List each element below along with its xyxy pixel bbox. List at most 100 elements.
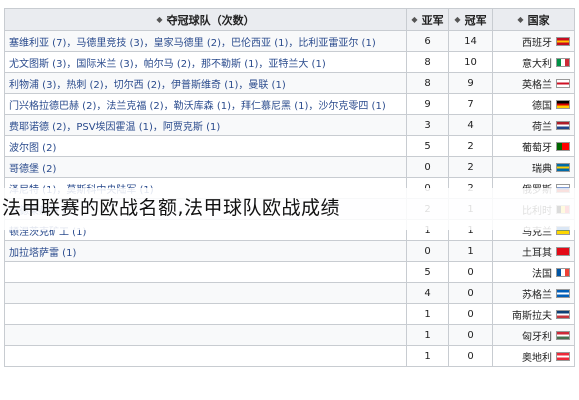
sort-icon[interactable]: ◆ [517,15,523,24]
winners-cell: 门兴格拉德巴赫 (2)，法兰克福 (2)，勒沃库森 (1)，拜仁慕尼黑 (1)，… [4,93,407,115]
country-name[interactable]: 意大利 [522,59,552,70]
titles-cell: 0 [448,282,493,304]
titles-cell: 2 [448,156,493,178]
winners-cell: 塞维利亚 (7)，马德里竞技 (3)，皇家马德里 (2)，巴伦西亚 (1)，比利… [4,30,407,52]
winners-cell: 利物浦 (3)，热刺 (2)，切尔西 (2)，伊普斯维奇 (1)，曼联 (1) [4,72,407,94]
country-name[interactable]: 瑞典 [532,164,552,175]
winners-cell: 尤文图斯 (3)，国际米兰 (3)，帕尔马 (2)，那不勒斯 (1)，亚特兰大 … [4,51,407,73]
flag-icon [556,351,570,361]
country-cell[interactable]: 德国 [492,93,575,115]
runners-up-cell: 1 [406,303,449,325]
column-header-winners[interactable]: ◆ 夺冠球队（次数） [4,8,407,31]
flag-icon [556,120,570,130]
titles-cell: 7 [448,93,493,115]
flag-icon [556,330,570,340]
runners-up-cell: 8 [406,51,449,73]
titles-cell: 9 [448,72,493,94]
table-row: 费耶诺德 (2)，PSV埃因霍温 (1)，阿贾克斯 (1) 3 4 荷兰 [4,114,575,136]
runners-up-cell: 1 [406,345,449,367]
column-header-runners-up[interactable]: ◆ 亚军 [406,8,449,31]
winners-cell [4,303,407,325]
country-name[interactable]: 葡萄牙 [522,143,552,154]
flag-icon [556,78,570,88]
header-row: ◆ 夺冠球队（次数） ◆ 亚军 ◆ 冠军 ◆ 国家 [4,8,575,31]
country-name[interactable]: 英格兰 [522,80,552,91]
table-row: 1 0 奥地利 [4,345,575,367]
runners-up-cell: 1 [406,324,449,346]
country-cell[interactable]: 法国 [492,261,575,283]
flag-icon [556,309,570,319]
page: ◆ 夺冠球队（次数） ◆ 亚军 ◆ 冠军 ◆ 国家 塞维利亚 (7)，马德里竞技 (3)… [0,0,579,400]
country-cell[interactable]: 荷兰 [492,114,575,136]
flag-icon [556,141,570,151]
column-header-country[interactable]: ◆ 国家 [492,8,575,31]
table-row: 1 0 匈牙利 [4,324,575,346]
country-cell[interactable]: 瑞典 [492,156,575,178]
header-label: 国家 [527,13,550,27]
country-name[interactable]: 德国 [532,101,552,112]
runners-up-cell: 5 [406,261,449,283]
table-row: 加拉塔萨雷 (1) 0 1 土耳其 [4,240,575,262]
table-row: 5 0 法国 [4,261,575,283]
sort-icon[interactable]: ◆ [156,15,162,24]
country-cell[interactable]: 奥地利 [492,345,575,367]
winners-cell [4,324,407,346]
titles-cell: 10 [448,51,493,73]
table-row: 尤文图斯 (3)，国际米兰 (3)，帕尔马 (2)，那不勒斯 (1)，亚特兰大 … [4,51,575,73]
runners-up-cell: 3 [406,114,449,136]
country-cell[interactable]: 土耳其 [492,240,575,262]
runners-up-cell: 0 [406,156,449,178]
table-row: 门兴格拉德巴赫 (2)，法兰克福 (2)，勒沃库森 (1)，拜仁慕尼黑 (1)，… [4,93,575,115]
overlay-title: 法甲联赛的欧战名额,法甲球队欧战成绩 [2,197,341,219]
column-header-titles[interactable]: ◆ 冠军 [448,8,493,31]
winners-cell: 哥德堡 (2) [4,156,407,178]
winners-cell [4,261,407,283]
flag-icon [556,246,570,256]
titles-cell: 2 [448,135,493,157]
country-cell[interactable]: 南斯拉夫 [492,303,575,325]
titles-cell: 1 [448,240,493,262]
header-label: 夺冠球队（次数） [166,13,255,27]
winners-cell: 加拉塔萨雷 (1) [4,240,407,262]
flag-icon [556,288,570,298]
country-cell[interactable]: 匈牙利 [492,324,575,346]
winners-cell [4,345,407,367]
table-row: 4 0 苏格兰 [4,282,575,304]
flag-icon [556,267,570,277]
table-row: 哥德堡 (2) 0 2 瑞典 [4,156,575,178]
sort-icon[interactable]: ◆ [411,15,417,24]
header-label: 冠军 [464,13,487,27]
runners-up-cell: 9 [406,93,449,115]
sort-icon[interactable]: ◆ [454,15,460,24]
titles-cell: 0 [448,261,493,283]
country-cell[interactable]: 英格兰 [492,72,575,94]
runners-up-cell: 5 [406,135,449,157]
country-cell[interactable]: 葡萄牙 [492,135,575,157]
country-name[interactable]: 奥地利 [522,353,552,364]
flag-icon [556,57,570,67]
table-row: 1 0 南斯拉夫 [4,303,575,325]
country-cell[interactable]: 苏格兰 [492,282,575,304]
runners-up-cell: 4 [406,282,449,304]
country-cell[interactable]: 西班牙 [492,30,575,52]
titles-cell: 0 [448,324,493,346]
country-name[interactable]: 法国 [532,269,552,280]
runners-up-cell: 0 [406,240,449,262]
country-name[interactable]: 土耳其 [522,248,552,259]
flag-icon [556,162,570,172]
country-name[interactable]: 南斯拉夫 [512,311,552,322]
runners-up-cell: 6 [406,30,449,52]
winners-cell: 波尔图 (2) [4,135,407,157]
country-cell[interactable]: 意大利 [492,51,575,73]
country-name[interactable]: 匈牙利 [522,332,552,343]
country-name[interactable]: 西班牙 [522,38,552,49]
titles-cell: 0 [448,345,493,367]
flag-icon [556,99,570,109]
table-row: 利物浦 (3)，热刺 (2)，切尔西 (2)，伊普斯维奇 (1)，曼联 (1) 8… [4,72,575,94]
country-name[interactable]: 荷兰 [532,122,552,133]
country-name[interactable]: 苏格兰 [522,290,552,301]
flag-icon [556,36,570,46]
titles-cell: 14 [448,30,493,52]
winners-cell [4,282,407,304]
header-label: 亚军 [421,13,444,27]
